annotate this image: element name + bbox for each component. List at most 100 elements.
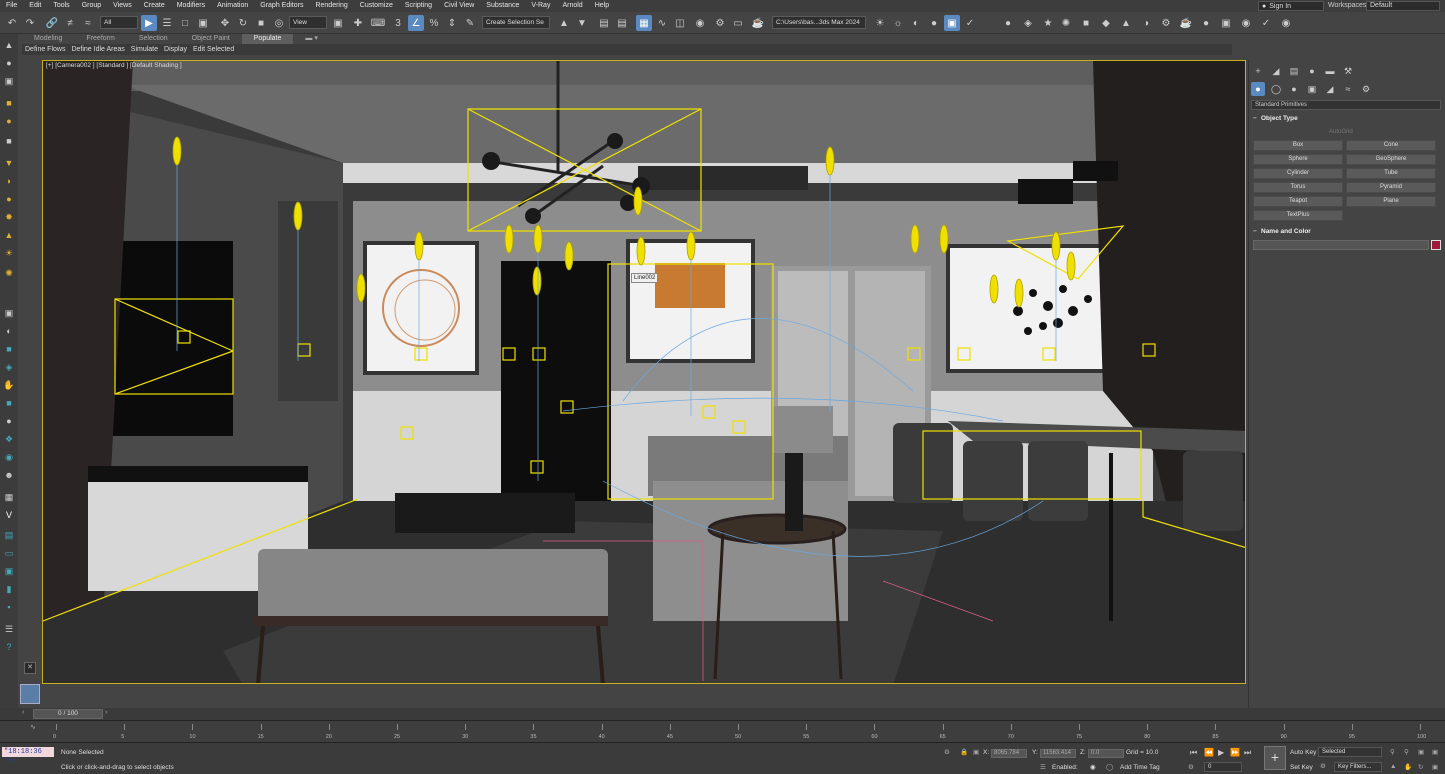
arnold-proc-icon[interactable]: ◑ — [1138, 15, 1154, 31]
scale-icon[interactable]: ■ — [253, 15, 269, 31]
y-coordinate-field[interactable]: 11563.414 — [1040, 749, 1076, 758]
menu-help[interactable]: Help — [589, 0, 615, 12]
zoom-all-icon[interactable]: ⚲ — [1404, 748, 1409, 756]
object-category-dropdown[interactable]: Standard Primitives — [1251, 100, 1441, 110]
pan-icon[interactable]: ✋ — [1404, 763, 1412, 771]
tab-object-paint[interactable]: Object Paint — [180, 34, 242, 44]
vray-dome-icon[interactable]: ◐ — [908, 15, 924, 31]
project-folder-dropdown[interactable]: C:\Users\bas...3ds Max 2024 — [772, 16, 866, 29]
window-crossing-icon[interactable]: ▣ — [195, 15, 211, 31]
sunpoint-icon[interactable]: ✺ — [2, 266, 16, 280]
geosphere-button[interactable]: GeoSphere — [1346, 154, 1436, 165]
help-circle-icon[interactable]: ? — [2, 640, 16, 654]
time-slider[interactable]: ‹ 0 / 100 › — [0, 708, 1445, 720]
curve-editor-icon[interactable]: ∿ — [654, 15, 670, 31]
helpers-icon[interactable]: ◢ — [1323, 82, 1337, 96]
spinner-snap-icon[interactable]: ⇕ — [444, 15, 460, 31]
object-color-swatch[interactable] — [1431, 240, 1441, 250]
menu-civil-view[interactable]: Civil View — [438, 0, 480, 12]
viewport-layout-toggle[interactable]: ✕ — [24, 662, 36, 674]
menu-rendering[interactable]: Rendering — [309, 0, 353, 12]
figure-icon[interactable]: ☻ — [2, 468, 16, 482]
named-selection-dropdown[interactable]: Create Selection Se — [482, 16, 550, 29]
tube-button[interactable]: Tube — [1346, 168, 1436, 179]
utilities-tab-icon[interactable]: ⚒ — [1341, 64, 1355, 78]
scatter-icon[interactable]: ◈ — [2, 360, 16, 374]
arnold-light-icon[interactable]: ● — [1000, 15, 1016, 31]
vray-check-icon[interactable]: ✓ — [962, 15, 978, 31]
link-icon[interactable]: 🔗 — [44, 15, 60, 31]
mini-curve-editor-icon[interactable]: ∿ — [30, 723, 36, 731]
maxscript-listener[interactable]: "18:18:36 ">> — [2, 747, 54, 766]
vray-ies-icon[interactable]: ● — [926, 15, 942, 31]
set-key-big-button[interactable]: + — [1264, 746, 1286, 770]
render-blue-icon[interactable]: ▮ — [2, 582, 16, 596]
menu-graph-editors[interactable]: Graph Editors — [254, 0, 309, 12]
render-setup-icon[interactable]: ⚙ — [712, 15, 728, 31]
menu-views[interactable]: Views — [107, 0, 138, 12]
menu-edit[interactable]: Edit — [23, 0, 47, 12]
define-idle-areas-button[interactable]: Define Idle Areas — [68, 44, 127, 55]
reference-coord-dropdown[interactable]: View — [289, 16, 327, 29]
percent-snap-icon[interactable]: % — [426, 15, 442, 31]
snaps-toggle-icon[interactable]: 3 — [390, 15, 406, 31]
sign-in-button[interactable]: ● Sign In — [1258, 1, 1324, 11]
box-icon[interactable]: ■ — [2, 134, 16, 148]
menu-substance[interactable]: Substance — [480, 0, 525, 12]
unlink-icon[interactable]: ≠ — [62, 15, 78, 31]
schematic-view-icon[interactable]: ◫ — [672, 15, 688, 31]
pyramid-button[interactable]: Pyramid — [1346, 182, 1436, 193]
tab-populate[interactable]: Populate — [241, 34, 294, 44]
material-editor-icon[interactable]: ◉ — [692, 15, 708, 31]
sun-icon[interactable]: ● — [2, 192, 16, 206]
fur-icon[interactable]: ■ — [2, 396, 16, 410]
lamp-icon[interactable]: ▲ — [2, 228, 16, 242]
dome-icon[interactable]: ◗ — [2, 174, 16, 188]
camera-blue-icon[interactable]: ▣ — [2, 564, 16, 578]
placement-icon[interactable]: ◎ — [271, 15, 287, 31]
maximize-viewport-icon[interactable]: ▣ — [1432, 748, 1438, 756]
zoom-extents-icon[interactable]: ▣ — [1418, 748, 1424, 756]
motion-tab-icon[interactable]: ● — [1305, 64, 1319, 78]
ies-icon[interactable]: ✸ — [2, 210, 16, 224]
vray-logo-icon[interactable]: V — [2, 508, 16, 522]
vray-light-icon[interactable]: ☀ — [872, 15, 888, 31]
arnold-palette-icon[interactable]: ◉ — [1238, 15, 1254, 31]
arnold-volume-icon[interactable]: ▲ — [1118, 15, 1134, 31]
track-bar[interactable]: ∿ 0 5 10 15 20 25 30 35 40 45 50 55 60 65 70 75 80 85 90 95… — [0, 720, 1445, 742]
create-tab-icon[interactable]: + — [1251, 64, 1265, 78]
sphere-white-icon[interactable]: ● — [2, 414, 16, 428]
z-coordinate-field[interactable]: 0.0 — [1088, 749, 1124, 758]
next-frame-icon[interactable]: › — [105, 709, 107, 716]
arnold-render-icon[interactable]: ■ — [1078, 15, 1094, 31]
viewport-preview-icon[interactable] — [20, 684, 40, 704]
menu-file[interactable]: File — [0, 0, 23, 12]
arnold-sun-icon[interactable]: ✺ — [1058, 15, 1074, 31]
enabled-toggle[interactable]: ◉ — [1090, 763, 1096, 771]
set-key-button[interactable]: Set Key — [1290, 764, 1313, 771]
move-icon[interactable]: ✥ — [217, 15, 233, 31]
sphere-icon[interactable]: ● — [2, 56, 16, 70]
rectangular-selection-icon[interactable]: □ — [177, 15, 193, 31]
proxy-icon[interactable]: ■ — [2, 342, 16, 356]
cone-button[interactable]: Cone — [1346, 140, 1436, 151]
arnold-bulb-icon[interactable]: ★ — [1040, 15, 1056, 31]
prev-frame-icon[interactable]: ‹ — [22, 709, 24, 716]
orbit-icon[interactable]: ↻ — [1418, 763, 1423, 771]
fov-icon[interactable]: ▲ — [1390, 763, 1396, 770]
select-manipulate-icon[interactable]: ✚ — [350, 15, 366, 31]
angle-snap-icon[interactable]: ∠ — [408, 15, 424, 31]
align-icon[interactable]: ▼ — [574, 15, 590, 31]
time-tag-icon[interactable]: ◯ — [1106, 763, 1113, 771]
isolate-icon[interactable]: ⚙ — [944, 748, 950, 756]
max-toggle-icon[interactable]: ▣ — [1432, 763, 1438, 771]
viewport-label[interactable]: [+] [Camera002 ] [Standard ] [Default Sh… — [46, 62, 182, 69]
hand-icon[interactable]: ✋ — [2, 378, 16, 392]
systems-icon[interactable]: ⚙ — [1359, 82, 1373, 96]
arnold-check-icon[interactable]: ✓ — [1258, 15, 1274, 31]
menu-animation[interactable]: Animation — [211, 0, 254, 12]
zoom-icon[interactable]: ⚲ — [1390, 748, 1395, 756]
auto-key-button[interactable]: Auto Key — [1290, 749, 1316, 756]
key-mode-icon[interactable]: ⚙ — [1188, 763, 1194, 771]
object-name-field[interactable] — [1253, 240, 1429, 250]
